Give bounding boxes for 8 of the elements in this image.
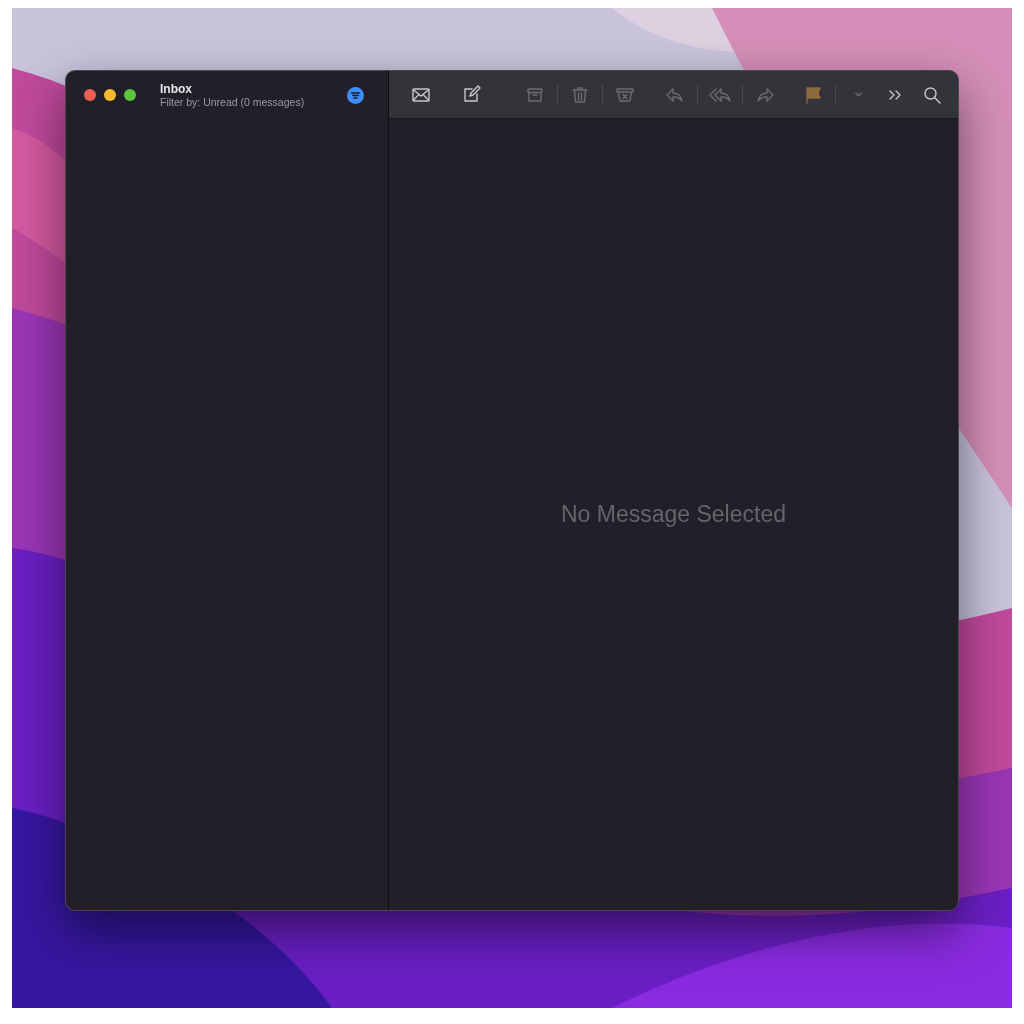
filter-subtitle: Filter by: Unread (0 messages) [160, 95, 306, 109]
chevron-down-icon [854, 92, 862, 97]
close-button[interactable] [84, 89, 96, 101]
window-title: Inbox [160, 81, 193, 96]
filter-icon[interactable] [347, 86, 364, 104]
minimize-button[interactable] [104, 89, 116, 101]
zoom-button[interactable] [124, 89, 136, 101]
empty-message: No Message Selected [561, 500, 786, 530]
